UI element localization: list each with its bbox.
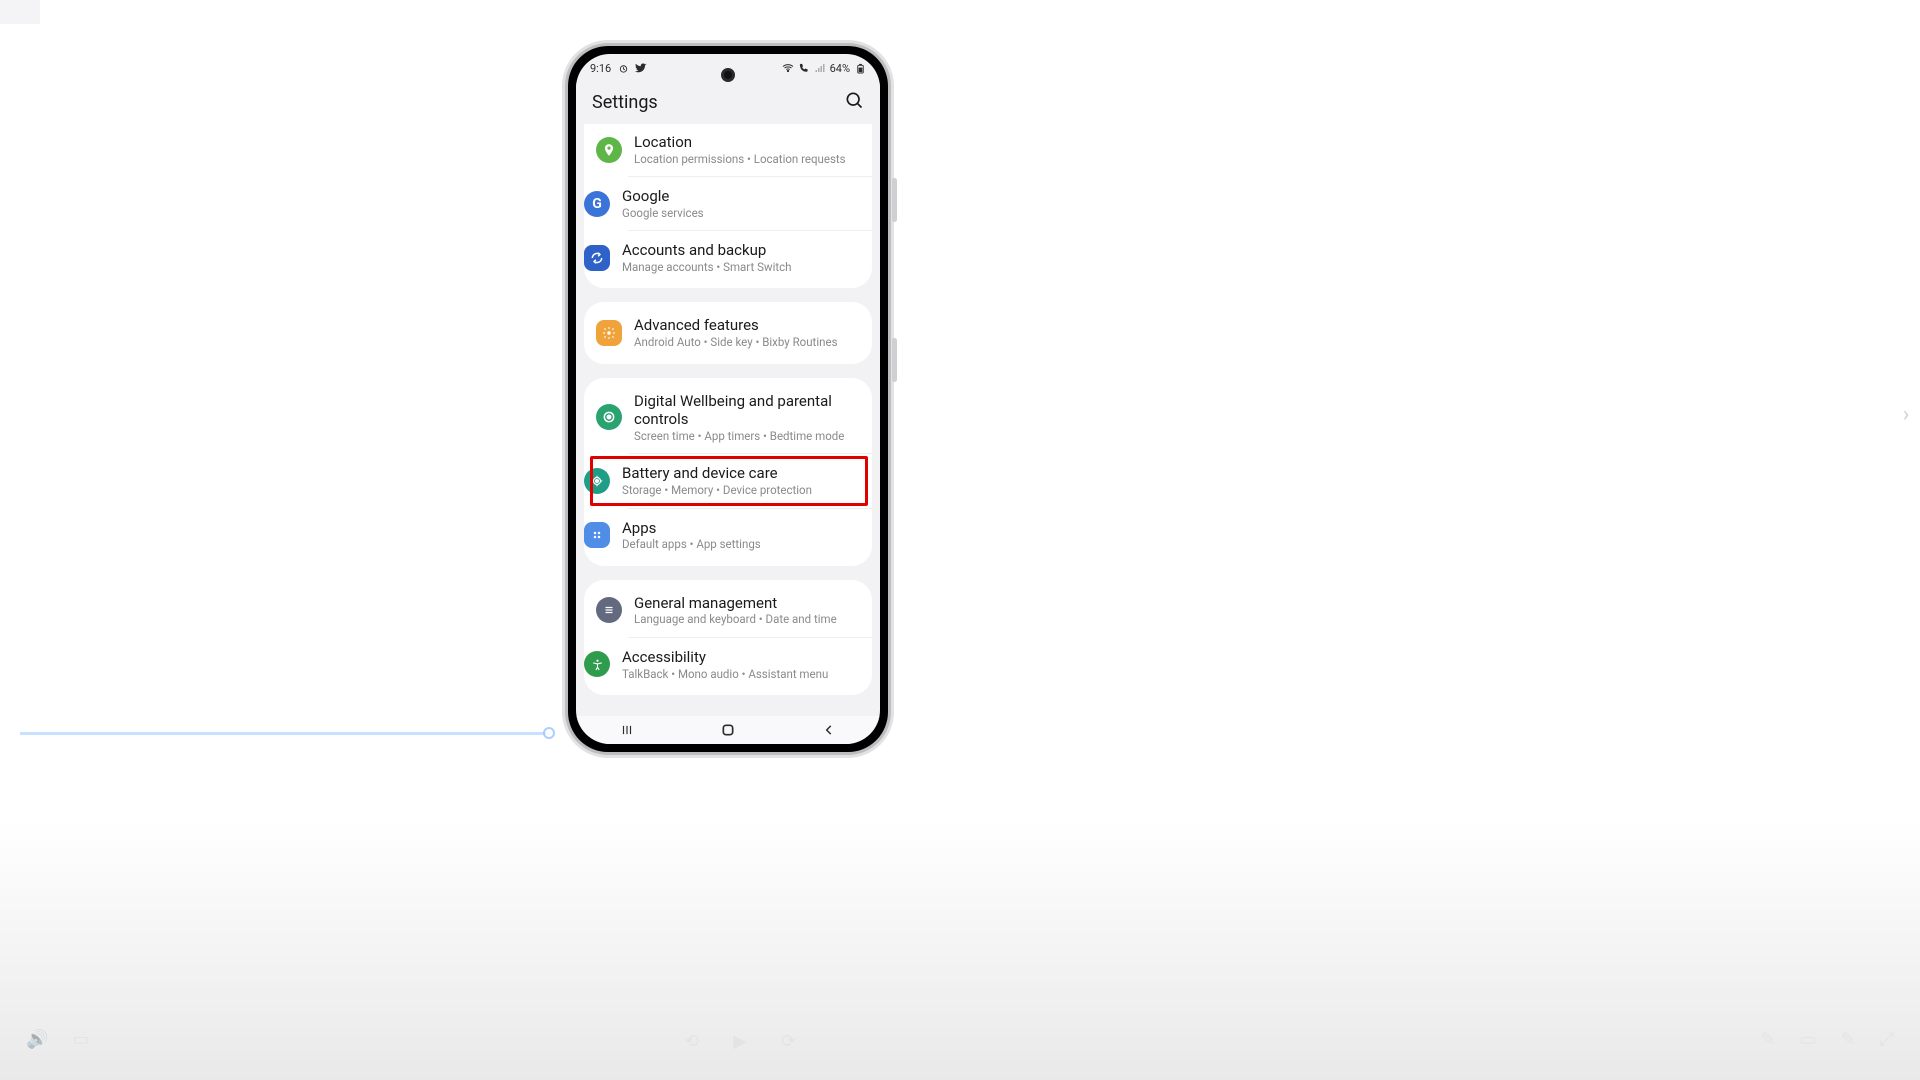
accessibility-icon bbox=[584, 651, 610, 677]
settings-item-accounts[interactable]: Accounts and backup Manage accounts • Sm… bbox=[628, 230, 872, 284]
advanced-features-icon bbox=[596, 320, 622, 346]
video-progress-bar[interactable] bbox=[20, 732, 550, 735]
phone-frame: 9:16 64% bbox=[568, 46, 888, 752]
volume-button bbox=[892, 178, 897, 222]
battery-text: 64% bbox=[830, 62, 850, 75]
location-icon bbox=[596, 137, 622, 163]
settings-item-title: Accessibility bbox=[622, 648, 828, 667]
settings-item-subtitle: Default apps • App settings bbox=[622, 537, 761, 551]
home-button[interactable] bbox=[698, 716, 758, 744]
apps-icon bbox=[584, 522, 610, 548]
player-controls-right[interactable]: ✎▭✎⤢ bbox=[1760, 1029, 1894, 1050]
android-nav-bar bbox=[576, 716, 880, 744]
settings-item-google[interactable]: G Google Google services bbox=[628, 176, 872, 230]
settings-item-subtitle: Android Auto • Side key • Bixby Routines bbox=[634, 335, 838, 349]
battery-icon bbox=[854, 62, 866, 74]
google-icon: G bbox=[584, 191, 610, 217]
page-gradient bbox=[0, 820, 1920, 1080]
accounts-icon bbox=[584, 245, 610, 271]
settings-item-subtitle: Storage • Memory • Device protection bbox=[622, 483, 812, 497]
status-bar: 9:16 64% bbox=[576, 54, 880, 82]
player-overlay-corner bbox=[0, 0, 40, 24]
wifi-icon bbox=[782, 62, 794, 74]
settings-item-subtitle: Location permissions • Location requests bbox=[634, 152, 846, 166]
player-controls-left[interactable]: 🔊▭ bbox=[26, 1029, 89, 1050]
settings-group-1: Advanced features Android Auto • Side ke… bbox=[584, 302, 872, 363]
video-next-button[interactable]: › bbox=[1892, 400, 1920, 428]
settings-item-advanced-features[interactable]: Advanced features Android Auto • Side ke… bbox=[584, 306, 872, 359]
search-button[interactable] bbox=[844, 90, 864, 114]
settings-item-general-management[interactable]: General management Language and keyboard… bbox=[584, 584, 872, 637]
settings-item-battery-care[interactable]: Battery and device care Storage • Memory… bbox=[628, 453, 872, 507]
settings-item-subtitle: Screen time • App timers • Bedtime mode bbox=[634, 429, 858, 443]
settings-item-subtitle: Language and keyboard • Date and time bbox=[634, 612, 837, 626]
settings-item-title: Digital Wellbeing and parental controls bbox=[634, 392, 858, 430]
alarm-icon bbox=[617, 62, 629, 74]
settings-group-3: General management Language and keyboard… bbox=[584, 580, 872, 695]
video-progress-knob[interactable] bbox=[543, 727, 555, 739]
settings-item-accessibility[interactable]: Accessibility TalkBack • Mono audio • As… bbox=[628, 637, 872, 691]
power-button bbox=[892, 338, 897, 382]
settings-scroll[interactable]: Location Location permissions • Location… bbox=[576, 124, 880, 716]
settings-item-wellbeing[interactable]: Digital Wellbeing and parental controls … bbox=[584, 382, 872, 454]
recents-button[interactable] bbox=[597, 716, 657, 744]
page-title: Settings bbox=[592, 92, 658, 113]
settings-group-2: Digital Wellbeing and parental controls … bbox=[584, 378, 872, 566]
back-button[interactable] bbox=[799, 716, 859, 744]
settings-item-subtitle: Manage accounts • Smart Switch bbox=[622, 260, 791, 274]
settings-item-title: Advanced features bbox=[634, 316, 838, 335]
settings-item-subtitle: Google services bbox=[622, 206, 704, 220]
phone-screen: 9:16 64% bbox=[576, 54, 880, 744]
settings-group-0: Location Location permissions • Location… bbox=[584, 124, 872, 288]
general-management-icon bbox=[596, 597, 622, 623]
settings-item-title: General management bbox=[634, 594, 837, 613]
settings-item-title: Accounts and backup bbox=[622, 241, 791, 260]
wellbeing-icon bbox=[596, 404, 622, 430]
settings-item-title: Location bbox=[634, 133, 846, 152]
call-icon bbox=[798, 62, 810, 74]
settings-item-title: Google bbox=[622, 187, 704, 206]
player-controls-center[interactable]: ⟲▶⟳ bbox=[684, 1031, 796, 1052]
app-header: Settings bbox=[576, 82, 880, 122]
settings-item-title: Apps bbox=[622, 519, 761, 538]
settings-item-apps[interactable]: Apps Default apps • App settings bbox=[628, 508, 872, 562]
twitter-icon bbox=[635, 62, 647, 74]
settings-item-location[interactable]: Location Location permissions • Location… bbox=[584, 124, 872, 176]
status-time: 9:16 bbox=[590, 62, 611, 75]
signal-icon bbox=[814, 62, 826, 74]
battery-care-icon bbox=[584, 468, 610, 494]
settings-item-title: Battery and device care bbox=[622, 464, 812, 483]
settings-item-subtitle: TalkBack • Mono audio • Assistant menu bbox=[622, 667, 828, 681]
